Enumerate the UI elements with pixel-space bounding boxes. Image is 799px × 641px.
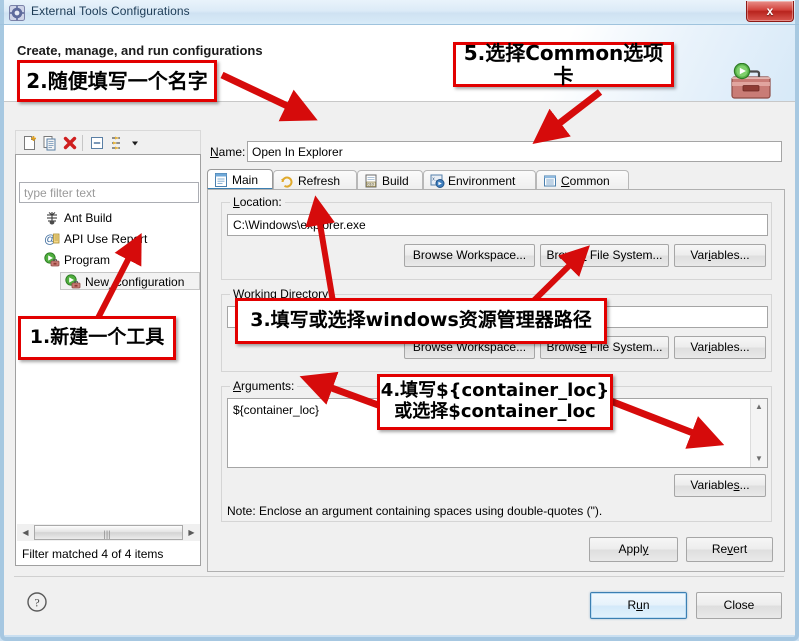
arguments-variables-button[interactable]: Variables... bbox=[674, 474, 766, 497]
help-question-icon[interactable]: ? bbox=[26, 591, 48, 613]
scroll-left-arrow[interactable]: ◀ bbox=[17, 524, 34, 541]
collapse-all-icon[interactable] bbox=[88, 134, 106, 152]
tab-label: Refresh bbox=[298, 174, 341, 188]
annotation-box-1: 1.新建一个工具 bbox=[18, 316, 176, 360]
scrollbar-thumb[interactable]: ||| bbox=[34, 525, 183, 540]
configurations-toolbar bbox=[15, 130, 201, 154]
location-browse-file-system-button[interactable]: Browse File System... bbox=[540, 244, 669, 267]
refresh-tab-icon bbox=[281, 176, 293, 188]
close-button[interactable]: Close bbox=[696, 592, 782, 619]
delete-icon[interactable] bbox=[61, 134, 79, 152]
tree-item-label: API Use Report bbox=[64, 232, 148, 246]
scroll-down-arrow[interactable]: ▼ bbox=[751, 451, 767, 467]
tree-item-label: New_configuration bbox=[85, 275, 185, 289]
annotation-box-3: 3.填写或选择windows资源管理器路径 bbox=[235, 298, 607, 344]
tab-environment[interactable]: x y Environment bbox=[423, 170, 536, 190]
wd-variables-button[interactable]: Variables... bbox=[674, 336, 766, 359]
tabstrip: Main Refresh 010 Build x Environment Com… bbox=[207, 169, 785, 190]
run-button[interactable]: Run bbox=[590, 592, 687, 619]
scroll-right-arrow[interactable]: ▶ bbox=[183, 524, 200, 541]
build-tab-icon: 010 bbox=[365, 174, 377, 188]
scroll-up-arrow[interactable]: ▲ bbox=[751, 399, 767, 415]
filter-status-text: Filter matched 4 of 4 items bbox=[22, 547, 164, 561]
configurations-panel: type filter text Ant Build @ API Use Rep… bbox=[15, 130, 201, 592]
tab-label: Common bbox=[561, 171, 610, 191]
tab-label: Environment bbox=[448, 174, 516, 188]
new-configuration-icon[interactable] bbox=[21, 134, 39, 152]
tab-main[interactable]: Main bbox=[207, 169, 273, 190]
svg-text:010: 010 bbox=[367, 182, 374, 187]
banner-title: Create, manage, and run configurations bbox=[17, 43, 263, 58]
tab-label: Build bbox=[382, 174, 409, 188]
name-input[interactable]: Open In Explorer bbox=[247, 141, 782, 162]
tree-horizontal-scrollbar[interactable]: ◀ ||| ▶ bbox=[17, 524, 200, 541]
program-icon bbox=[44, 252, 60, 267]
filter-icon[interactable] bbox=[108, 134, 126, 152]
common-tab-icon bbox=[544, 175, 556, 187]
tab-label-rest: ommon bbox=[569, 174, 610, 188]
name-label: Name: bbox=[210, 145, 246, 159]
tab-refresh[interactable]: Refresh bbox=[273, 170, 357, 190]
arguments-value: ${container_loc} bbox=[233, 403, 320, 417]
annotation-box-4: 4.填写${container_loc} 或选择$container_loc bbox=[377, 374, 613, 430]
external-tools-toolbox-icon bbox=[731, 63, 771, 99]
external-tools-configurations-window: External Tools Configurations x Create, … bbox=[0, 0, 799, 641]
tab-common[interactable]: Common bbox=[536, 170, 629, 190]
main-tab-icon bbox=[215, 173, 227, 187]
location-group: Location: C:\Windows\explorer.exe Browse… bbox=[221, 195, 772, 280]
environment-tab-icon: x y bbox=[430, 174, 445, 188]
arguments-group-title: Arguments: bbox=[230, 379, 298, 393]
ant-icon bbox=[47, 212, 57, 225]
scrollbar-grip: ||| bbox=[103, 529, 111, 539]
program-icon bbox=[65, 274, 81, 289]
location-browse-workspace-button[interactable]: Browse Workspace... bbox=[404, 244, 535, 267]
duplicate-icon[interactable] bbox=[41, 134, 59, 152]
configurations-tree[interactable]: type filter text Ant Build @ API Use Rep… bbox=[15, 154, 201, 566]
filter-input[interactable]: type filter text bbox=[19, 182, 199, 203]
location-group-title: Location: bbox=[230, 195, 285, 209]
location-input[interactable]: C:\Windows\explorer.exe bbox=[227, 214, 768, 236]
toolbar-separator bbox=[82, 135, 83, 151]
arguments-vertical-scrollbar[interactable]: ▲ ▼ bbox=[750, 399, 767, 467]
apply-button[interactable]: Apply bbox=[589, 537, 678, 562]
api-use-report-icon: @ bbox=[44, 232, 60, 246]
revert-button[interactable]: Revert bbox=[686, 537, 773, 562]
annotation-box-2: 2.随便填写一个名字 bbox=[17, 60, 217, 102]
tree-item-new-configuration[interactable]: New_configuration bbox=[60, 272, 200, 290]
annotation-box-5: 5.选择Common选项卡 bbox=[453, 41, 674, 87]
tab-label: Main bbox=[232, 173, 259, 187]
svg-text:?: ? bbox=[34, 596, 39, 610]
tab-mnemonic: C bbox=[561, 174, 570, 188]
tab-build[interactable]: 010 Build bbox=[357, 170, 423, 190]
chevron-down-icon[interactable] bbox=[129, 134, 141, 152]
arguments-note: Note: Enclose an argument containing spa… bbox=[227, 504, 603, 518]
configuration-editor: Name: Open In Explorer Main Refresh 010 … bbox=[206, 137, 786, 592]
tree-item-label: Program bbox=[64, 253, 111, 267]
tree-item-label: Ant Build bbox=[64, 211, 113, 225]
footer-separator bbox=[14, 576, 784, 577]
location-variables-button[interactable]: Variables... bbox=[674, 244, 766, 267]
